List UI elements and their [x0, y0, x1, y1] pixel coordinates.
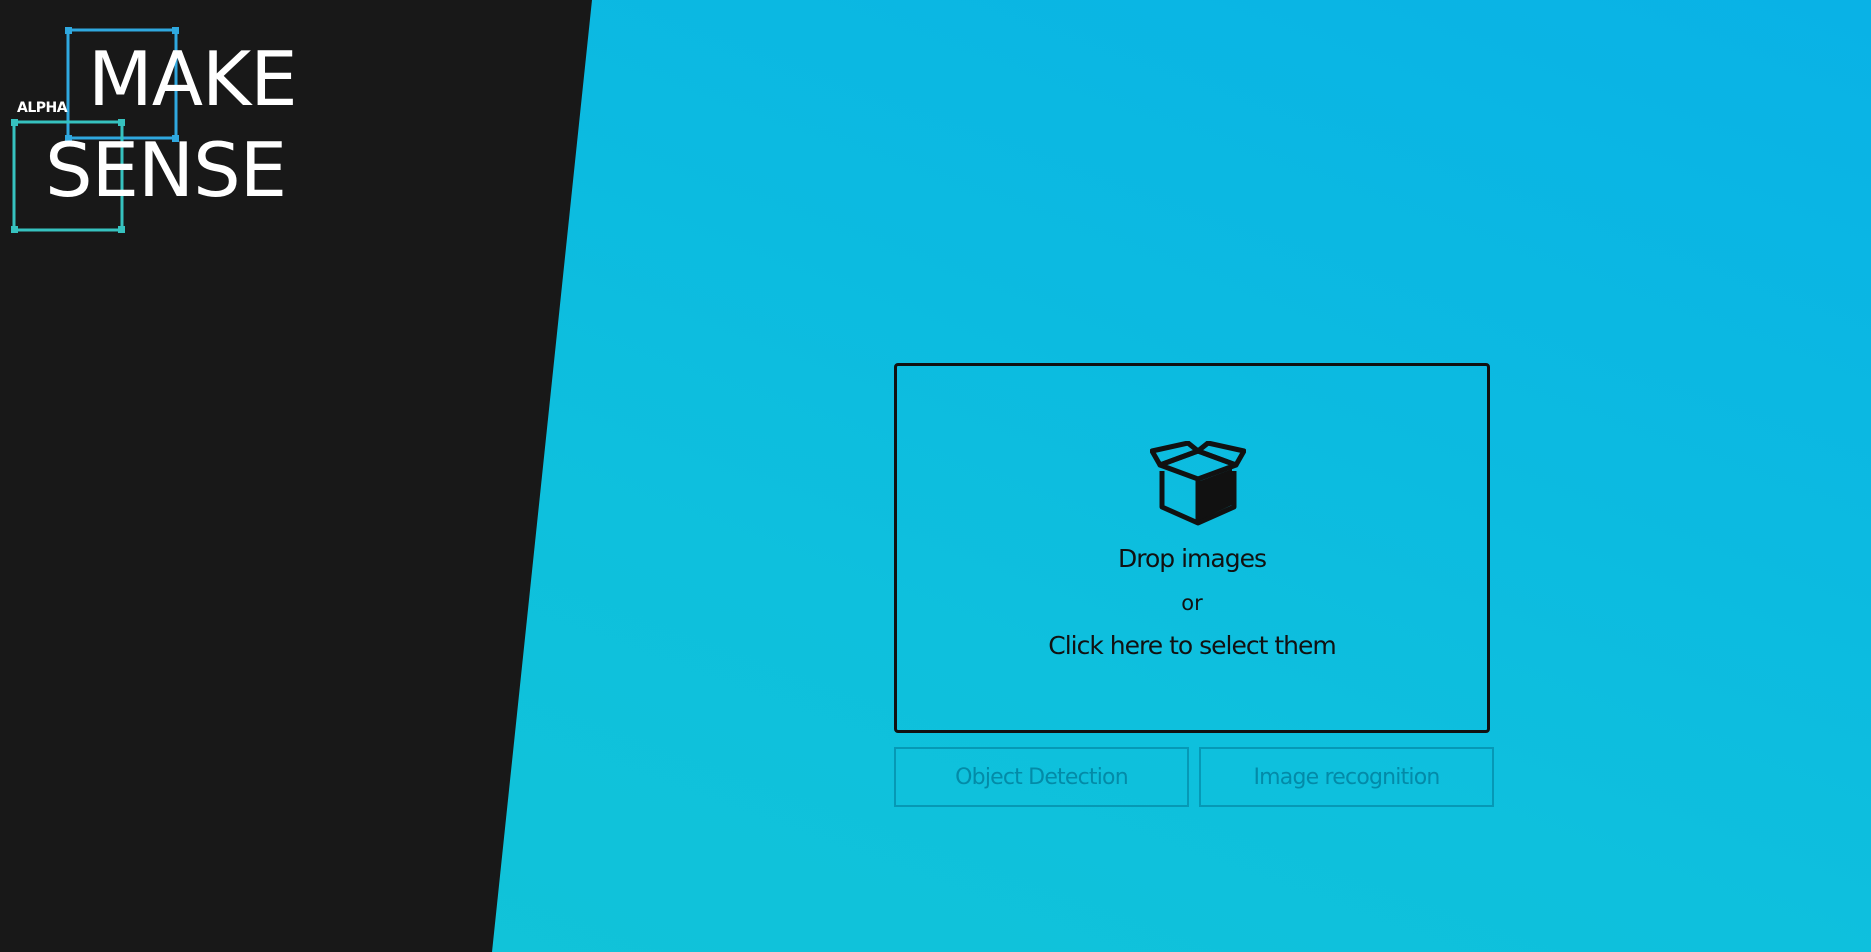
drop-images-title: Drop images: [1118, 544, 1267, 573]
logo-word-make: MAKE: [88, 35, 298, 123]
image-recognition-button[interactable]: Image recognition: [1199, 747, 1494, 807]
box-open-icon: [1150, 441, 1246, 526]
logo-word-sense: SENSE: [45, 126, 287, 214]
select-images-link[interactable]: Click here to select them: [897, 631, 1487, 660]
app-logo: MAKE SENSE ALPHA: [0, 0, 320, 240]
alpha-badge: ALPHA: [17, 100, 68, 116]
image-dropzone[interactable]: Drop images or Click here to select them: [894, 363, 1490, 733]
drop-separator: or: [1181, 591, 1203, 615]
object-detection-button[interactable]: Object Detection: [894, 747, 1189, 807]
main-screen: MAKE SENSE ALPHA Drop images or Click he…: [0, 0, 1871, 952]
